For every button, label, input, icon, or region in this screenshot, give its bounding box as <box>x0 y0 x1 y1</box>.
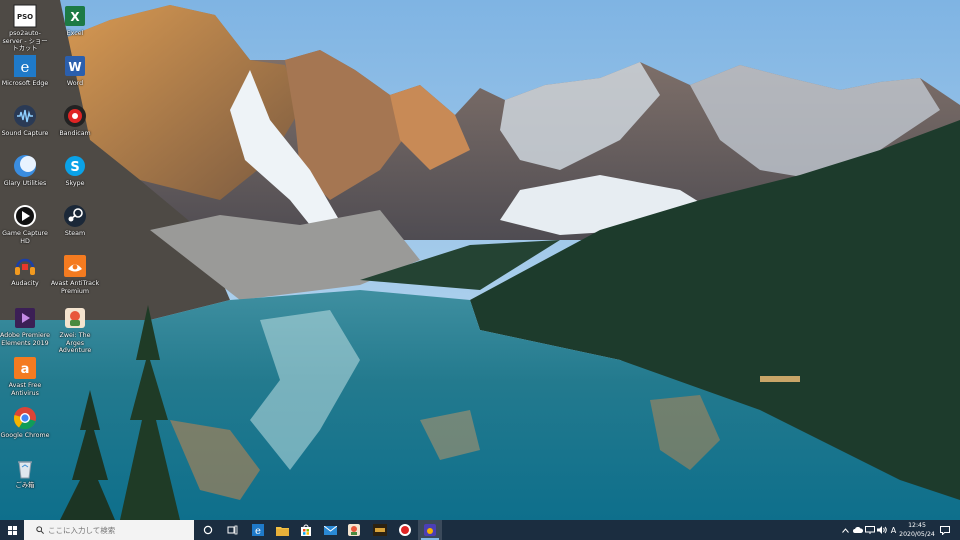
file-explorer-icon <box>275 526 289 536</box>
desktop-icon-label: Zwei: The Arges Adventure <box>58 332 92 354</box>
taskbar-app-mail[interactable] <box>318 520 342 540</box>
desktop-icon-game-capture[interactable]: Game Capture HD <box>0 204 50 254</box>
desktop-icon-label: Game Capture HD <box>2 230 48 245</box>
clock-date: 2020/05/24 <box>899 531 935 538</box>
avast-icon <box>424 524 436 536</box>
windows-logo-icon <box>7 525 17 535</box>
notification-icon <box>940 525 950 535</box>
network-icon <box>864 526 875 534</box>
desktop-icon-label: Avast AntiTrack Premium <box>50 280 100 295</box>
chrome-icon <box>13 407 36 430</box>
taskbar-clock[interactable]: 12:45 2020/05/24 <box>896 521 938 539</box>
audacity-icon <box>15 258 35 275</box>
excel-icon: X <box>65 6 85 26</box>
cortana-button[interactable] <box>196 520 220 540</box>
taskbar-app-edge[interactable]: e <box>246 520 270 540</box>
desktop-icon-steam[interactable]: Steam <box>50 204 100 254</box>
game-app-icon <box>348 524 360 536</box>
taskbar-search-box[interactable] <box>24 520 194 540</box>
action-center-button[interactable] <box>938 520 952 540</box>
desktop-icon-label: Microsoft Edge <box>1 80 49 87</box>
desktop-icon-word[interactable]: W Word <box>50 54 100 104</box>
desktop-wallpaper <box>0 0 960 520</box>
sound-capture-icon <box>14 105 36 127</box>
bandicam-icon <box>64 105 86 127</box>
task-view-icon <box>227 525 237 535</box>
skype-icon: S <box>65 156 85 176</box>
cortana-icon <box>203 525 213 535</box>
word-icon: W <box>65 56 85 76</box>
start-button[interactable] <box>0 520 24 540</box>
antitrack-icon <box>64 255 86 277</box>
desktop-icon-sound-capture[interactable]: Sound Capture <box>0 104 50 154</box>
desktop-icon-skype[interactable]: S Skype <box>50 154 100 204</box>
taskbar-app-store[interactable] <box>294 520 318 540</box>
desktop-icon-label: Word <box>66 80 84 87</box>
taskbar-app-file-explorer[interactable] <box>270 520 294 540</box>
desktop-icon-edge[interactable]: e Microsoft Edge <box>0 54 50 104</box>
svg-text:e: e <box>255 526 261 536</box>
search-icon <box>36 526 44 534</box>
desktop-icon-pso2[interactable]: PSO pso2auto-server - ショートカット <box>0 4 50 54</box>
edge-icon: e <box>252 524 264 536</box>
desktop-icon-label: Glary Utilities <box>3 180 47 187</box>
mail-icon <box>323 525 337 535</box>
desktop-icon-label: Adobe Premiere Elements 2019 <box>0 332 51 347</box>
zwei-icon <box>65 308 85 328</box>
tray-network[interactable] <box>864 520 875 540</box>
taskbar-app-game-2[interactable] <box>368 520 392 540</box>
premiere-icon <box>15 308 35 328</box>
desktop-icon-label: Skype <box>65 180 85 187</box>
recycle-bin-icon <box>18 461 32 479</box>
task-view-button[interactable] <box>220 520 244 540</box>
pso2-icon: PSO <box>13 4 37 28</box>
tray-volume[interactable] <box>876 520 887 540</box>
svg-text:e: e <box>21 58 30 76</box>
search-input[interactable] <box>48 525 188 535</box>
edge-icon: e <box>14 55 36 77</box>
taskbar: e A 12:45 2020/05/24 <box>0 520 960 540</box>
taskbar-app-bandicam[interactable] <box>393 520 417 540</box>
svg-text:PSO: PSO <box>17 13 33 21</box>
svg-text:W: W <box>68 60 81 74</box>
desktop-icon-bandicam[interactable]: Bandicam <box>50 104 100 154</box>
chevron-up-icon <box>841 527 849 533</box>
desktop-icon-chrome[interactable]: Google Chrome <box>0 406 50 456</box>
desktop-icon-antitrack[interactable]: Avast AntiTrack Premium <box>50 254 100 304</box>
taskbar-app-avast[interactable] <box>418 520 442 540</box>
desktop-icon-label: Audacity <box>11 280 39 287</box>
desktop-icon-avast[interactable]: a Avast Free Antivirus <box>0 356 50 406</box>
tray-onedrive[interactable] <box>852 520 863 540</box>
store-icon <box>301 524 311 536</box>
game-capture-icon <box>14 205 36 227</box>
svg-text:X: X <box>70 10 80 24</box>
desktop-icon-glary[interactable]: Glary Utilities <box>0 154 50 204</box>
desktop-icon-recycle-bin[interactable]: ごみ箱 <box>0 456 50 506</box>
avast-icon: a <box>14 357 36 379</box>
desktop-icon-label: Steam <box>64 230 86 237</box>
game-app-2-icon <box>373 524 387 536</box>
desktop-icon-label: Avast Free Antivirus <box>8 382 42 397</box>
desktop-icon-label: pso2auto-server - ショートカット <box>2 30 48 52</box>
clock-time: 12:45 <box>908 522 926 529</box>
bandicam-icon <box>399 524 411 536</box>
svg-text:S: S <box>70 160 79 175</box>
steam-icon <box>64 205 86 227</box>
glary-icon <box>14 155 36 177</box>
desktop-icon-label: ごみ箱 <box>15 482 35 489</box>
desktop-icon-audacity[interactable]: Audacity <box>0 254 50 304</box>
volume-icon <box>876 526 887 534</box>
desktop-icon-zwei[interactable]: Zwei: The Arges Adventure <box>50 306 100 356</box>
svg-text:a: a <box>21 362 30 377</box>
desktop-icon-label: Sound Capture <box>1 130 49 137</box>
desktop-icon-label: Excel <box>66 30 84 37</box>
taskbar-app-game[interactable] <box>342 520 366 540</box>
desktop-icon-premiere[interactable]: Adobe Premiere Elements 2019 <box>0 306 50 356</box>
show-hidden-icons-button[interactable] <box>840 520 850 540</box>
desktop-icon-excel[interactable]: X Excel <box>50 4 100 54</box>
desktop-icon-label: Google Chrome <box>0 432 50 439</box>
cloud-icon <box>852 527 863 533</box>
desktop-icon-label: Bandicam <box>59 130 91 137</box>
